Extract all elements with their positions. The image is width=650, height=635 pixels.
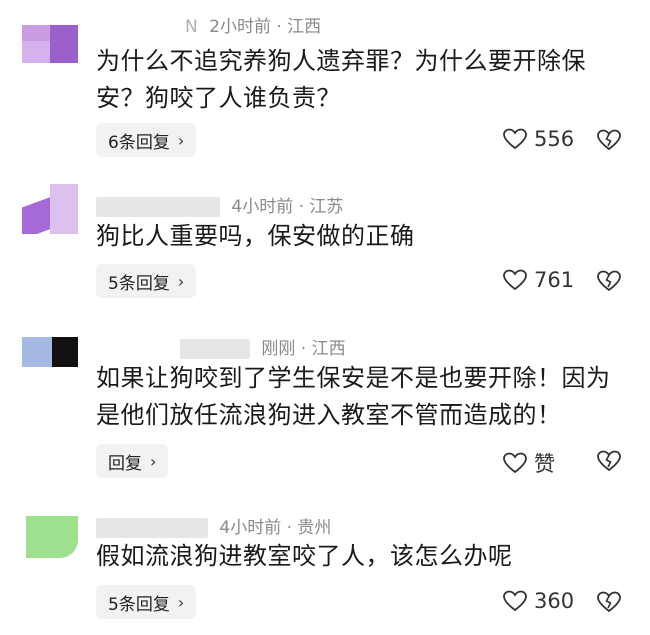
dislike-button[interactable] — [596, 449, 622, 473]
reply-label: 5条回复 — [108, 273, 170, 294]
comment-meta: 4小时前 · 贵州 — [96, 513, 331, 538]
comment-meta: N 2小时前 · 江西 — [185, 12, 321, 37]
username[interactable] — [180, 339, 250, 359]
view-replies-button[interactable]: 5条回复 › — [96, 264, 197, 298]
time-location: 2小时前 · 江西 — [209, 17, 322, 37]
time-location: 4小时前 · 贵州 — [219, 518, 332, 538]
avatar[interactable] — [22, 516, 78, 558]
comment-item: 4小时前 · 江苏 狗比人重要吗，保安做的正确 5条回复 › 761 — [0, 170, 650, 320]
comment-text: 如果让狗咬到了学生保安是不是也要开除！因为是他们放任流浪狗进入教室不管而造成的！ — [96, 364, 611, 429]
like-button[interactable]: 赞 — [502, 448, 555, 478]
chevron-right-icon: › — [177, 592, 185, 612]
dislike-button[interactable] — [596, 269, 622, 293]
username[interactable] — [96, 518, 208, 538]
avatar[interactable] — [22, 337, 78, 367]
chevron-right-icon: › — [177, 271, 185, 291]
reply-label: 5条回复 — [108, 594, 170, 615]
heart-outline-icon — [502, 268, 528, 292]
comment-meta: 刚刚 · 江西 — [180, 334, 346, 359]
view-replies-button[interactable]: 5条回复 › — [96, 585, 197, 619]
comment-text: 狗比人重要吗，保安做的正确 — [96, 222, 415, 250]
broken-heart-outline-icon — [596, 128, 622, 152]
like-button[interactable]: 761 — [502, 268, 574, 292]
like-button[interactable]: 556 — [502, 127, 574, 151]
broken-heart-outline-icon — [596, 590, 622, 614]
comment-item: 刚刚 · 江西 如果让狗咬到了学生保安是不是也要开除！因为是他们放任流浪狗进入教… — [0, 320, 650, 500]
dislike-button[interactable] — [596, 590, 622, 614]
comment-item: N 2小时前 · 江西 为什么不追究养狗人遗弃罪？为什么要开除保安？狗咬了人谁负… — [0, 0, 650, 170]
heart-outline-icon — [502, 589, 528, 613]
comment-meta: 4小时前 · 江苏 — [96, 192, 343, 217]
like-label: 赞 — [534, 452, 555, 476]
reply-label: 回复 — [108, 453, 142, 474]
chevron-right-icon: › — [177, 130, 185, 150]
like-count: 556 — [534, 127, 575, 151]
time-location: 刚刚 · 江西 — [261, 339, 346, 359]
view-replies-button[interactable]: 6条回复 › — [96, 123, 197, 157]
heart-outline-icon — [502, 127, 528, 151]
heart-outline-icon — [502, 451, 528, 475]
username[interactable]: N — [185, 17, 198, 37]
reply-label: 6条回复 — [108, 132, 170, 153]
avatar[interactable] — [22, 184, 78, 234]
like-count: 761 — [534, 268, 575, 292]
like-count: 360 — [534, 589, 575, 613]
comment-text: 假如流浪狗进教室咬了人，该怎么办呢 — [96, 542, 513, 570]
username[interactable] — [96, 197, 220, 217]
like-button[interactable]: 360 — [502, 589, 574, 613]
comment-item: 4小时前 · 贵州 假如流浪狗进教室咬了人，该怎么办呢 5条回复 › 360 — [0, 500, 650, 635]
chevron-right-icon: › — [150, 451, 157, 471]
broken-heart-outline-icon — [596, 269, 622, 293]
comment-text: 为什么不追究养狗人遗弃罪？为什么要开除保安？狗咬了人谁负责？ — [96, 47, 586, 112]
dislike-button[interactable] — [596, 128, 622, 152]
time-location: 4小时前 · 江苏 — [231, 197, 344, 217]
broken-heart-outline-icon — [596, 449, 622, 473]
reply-button[interactable]: 回复 › — [96, 444, 169, 478]
avatar[interactable] — [22, 25, 78, 63]
